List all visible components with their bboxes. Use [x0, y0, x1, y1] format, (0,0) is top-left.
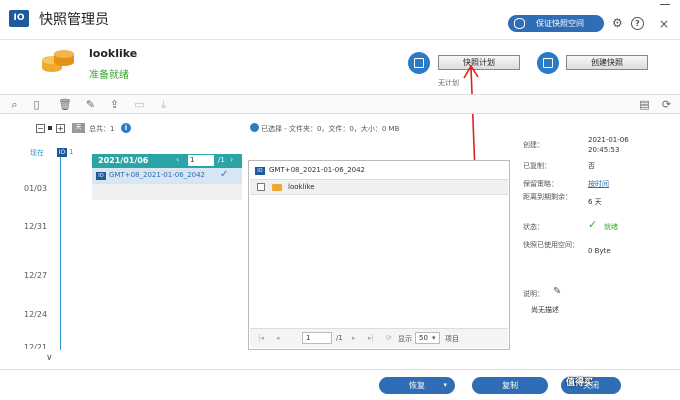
- check-icon: ✓: [588, 218, 598, 231]
- file-name: looklike: [288, 183, 315, 191]
- download-icon[interactable]: ⤓: [157, 98, 170, 111]
- total-count: 总共：1: [89, 125, 115, 133]
- refresh-icon[interactable]: ⟳: [660, 98, 673, 111]
- help-icon[interactable]: ?: [631, 17, 644, 30]
- note-value: 尚无描述: [531, 306, 559, 314]
- zoom-dot-icon: [48, 126, 52, 130]
- annotation-arrow-icon: [463, 64, 479, 173]
- create-snapshot-button[interactable]: 创建快照: [566, 55, 648, 70]
- snapshot-name: GMT+08_2021-01-06_2042: [109, 171, 206, 179]
- edit-icon[interactable]: ✎: [84, 98, 97, 111]
- per-page-select[interactable]: 50: [415, 332, 440, 344]
- app-logo-icon: IO: [9, 10, 29, 27]
- panel-icon[interactable]: ▤: [638, 98, 651, 111]
- file-browser-path: GMT+08_2021-01-06_2042: [269, 166, 366, 174]
- restore-label: 恢复: [409, 381, 425, 390]
- expire-value: 6 天: [588, 198, 602, 206]
- snapshot-badge: IO: [96, 172, 106, 180]
- close-icon[interactable]: ×: [659, 18, 669, 30]
- last-page-button[interactable]: ▸|: [368, 334, 374, 342]
- status-value: 就绪: [604, 223, 618, 231]
- row-checkbox[interactable]: [257, 183, 265, 191]
- first-page-button[interactable]: |◂: [258, 334, 264, 342]
- volume-name: looklike: [89, 47, 138, 60]
- volume-icon: [42, 50, 74, 72]
- edit-icon[interactable]: ✎: [553, 286, 561, 297]
- next-page-button[interactable]: ▸: [352, 334, 356, 342]
- timeline-date[interactable]: 12/27: [24, 271, 47, 280]
- copied-value: 否: [588, 162, 595, 170]
- timeline-date[interactable]: 01/03: [24, 184, 47, 193]
- check-icon: ✓: [220, 169, 229, 180]
- expire-label: 距离到期剩余：: [523, 193, 572, 201]
- camera-icon[interactable]: [537, 52, 559, 74]
- created-date: 2021-01-06: [588, 136, 629, 144]
- retention-policy-link[interactable]: 按时间: [588, 179, 609, 189]
- restore-button[interactable]: 恢复 ▾: [379, 377, 455, 394]
- items-label: 项目: [445, 335, 459, 343]
- gear-icon[interactable]: ⚙: [612, 17, 625, 30]
- status-label: 状态：: [523, 223, 544, 231]
- timeline-now-badge[interactable]: IO: [57, 148, 67, 157]
- prev-page-button[interactable]: ‹: [176, 155, 179, 164]
- next-page-button[interactable]: ›: [230, 155, 233, 164]
- chevron-down-icon[interactable]: ∨: [46, 353, 53, 363]
- database-icon: [514, 18, 525, 29]
- used-space-value: 0 Byte: [588, 247, 611, 255]
- delete-icon[interactable]: 🗑: [58, 98, 72, 111]
- snapshot-date-header: 2021/01/06 ‹ 1 /1 ›: [92, 154, 242, 168]
- info-icon[interactable]: i: [121, 123, 131, 133]
- timeline-date[interactable]: 12/21: [24, 343, 47, 349]
- watermark: 值得买: [566, 378, 594, 388]
- timeline-now-label: 现在: [30, 149, 44, 157]
- folder-icon: [272, 184, 282, 191]
- app-title: 快照管理员: [39, 12, 109, 28]
- copy-button[interactable]: 复制: [472, 377, 548, 394]
- snapshot-page-total: /1: [218, 156, 225, 164]
- snapshot-page-input[interactable]: 1: [188, 155, 214, 166]
- refresh-icon[interactable]: ⟳: [386, 334, 392, 342]
- page-total: /1: [336, 334, 343, 342]
- folder-icon[interactable]: ▭: [133, 98, 146, 111]
- snapshot-date: 2021/01/06: [98, 156, 149, 165]
- snapshot-list-filler: [92, 184, 242, 200]
- created-label: 创建：: [523, 141, 544, 149]
- timeline-line: [60, 152, 61, 350]
- day-view-button[interactable]: 天: [72, 123, 85, 133]
- toolbar: ⌕ ▯ 🗑 ✎ ⇪ ▭ ⤓ ▤ ⟳: [0, 94, 680, 114]
- note-label: 说明：: [523, 290, 544, 298]
- retention-policy-label: 保留策略：: [523, 180, 558, 188]
- show-label: 显示: [398, 335, 412, 343]
- search-icon[interactable]: ⌕: [8, 98, 21, 111]
- timeline-date[interactable]: 12/24: [24, 310, 47, 319]
- selection-info-icon: [250, 123, 259, 132]
- pagination-bar: |◂ ◂ 1 /1 ▸ ▸| ⟳ 显示 50 ▾ 项目: [250, 328, 508, 348]
- volume-status: 准备就绪: [89, 70, 129, 81]
- share-icon[interactable]: ⇪: [108, 98, 121, 111]
- created-time: 20:45:53: [588, 146, 620, 154]
- schedule-status: 无计划: [438, 79, 459, 87]
- used-space-label: 快照已使用空间：: [523, 241, 579, 249]
- protect-snapshot-space-button[interactable]: 保证快照空间: [508, 15, 604, 32]
- chevron-down-icon: ▾: [443, 381, 447, 389]
- title-bar: IO 快照管理员 保证快照空间 ⚙ ? ×: [0, 0, 680, 40]
- collapse-button[interactable]: −: [36, 124, 45, 133]
- protect-snapshot-space-label: 保证快照空间: [536, 19, 584, 28]
- file-row[interactable]: looklike: [250, 179, 508, 195]
- prev-page-button[interactable]: ◂: [276, 334, 280, 342]
- snapshot-item[interactable]: IO GMT+08_2021-01-06_2042 ✓: [92, 168, 242, 184]
- minimize-icon[interactable]: [660, 4, 670, 6]
- calendar-icon[interactable]: [408, 52, 430, 74]
- timeline-now-count: 1: [69, 148, 74, 156]
- copied-label: 已复制：: [523, 162, 551, 170]
- timeline-date[interactable]: 12/31: [24, 222, 47, 231]
- file-browser: IO GMT+08_2021-01-06_2042 looklike |◂ ◂ …: [248, 160, 510, 350]
- chevron-down-icon[interactable]: ▾: [432, 334, 436, 342]
- expand-button[interactable]: +: [56, 124, 65, 133]
- path-badge: IO: [255, 167, 265, 175]
- selection-summary: 已选择 - 文件夹：0，文件：0，大小：0 MB: [261, 125, 400, 133]
- view-mode-icon[interactable]: ▯: [30, 98, 43, 111]
- page-input[interactable]: 1: [302, 332, 332, 344]
